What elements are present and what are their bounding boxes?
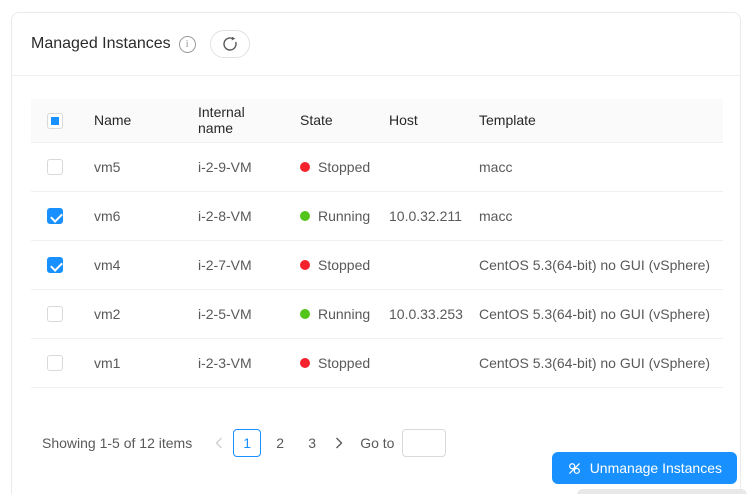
row-checkbox[interactable] xyxy=(47,208,63,225)
goto-page-label: Go to xyxy=(360,435,395,451)
select-all-checkbox[interactable] xyxy=(47,112,63,129)
cell-state: Running xyxy=(284,289,373,339)
pagination: Showing 1-5 of 12 items 1 2 3 Go to xyxy=(42,429,447,457)
cell-template: CentOS 5.3(64-bit) no GUI (vSphere) xyxy=(463,240,723,290)
goto-page-input[interactable] xyxy=(402,429,447,457)
unmanage-instances-button[interactable]: Unmanage Instances xyxy=(551,452,737,484)
cell-state: Stopped xyxy=(284,142,373,192)
cell-state: Stopped xyxy=(284,240,373,290)
card-header: Managed Instances i xyxy=(12,13,740,76)
cell-state: Running xyxy=(284,191,373,241)
chevron-left-icon xyxy=(215,437,223,449)
page-number-1[interactable]: 1 xyxy=(233,429,262,457)
unmanage-instances-label: Unmanage Instances xyxy=(589,460,722,476)
state-dot-icon xyxy=(300,210,310,221)
instances-table: Name Internal name State Host Template v… xyxy=(31,99,723,388)
state-dot-icon xyxy=(300,161,310,172)
cell-template: CentOS 5.3(64-bit) no GUI (vSphere) xyxy=(463,289,723,339)
column-header-state: State xyxy=(284,99,373,143)
state-dot-icon xyxy=(300,259,310,270)
prev-page-button[interactable] xyxy=(208,429,230,457)
cell-internal-name: i-2-8-VM xyxy=(182,191,284,241)
row-checkbox[interactable] xyxy=(47,355,63,372)
refresh-button[interactable] xyxy=(209,30,250,58)
row-checkbox[interactable] xyxy=(47,159,63,176)
managed-instances-page: Managed Instances i Name Internal name S xyxy=(0,0,752,494)
offscreen-element-edge xyxy=(577,489,747,494)
cell-host xyxy=(373,240,463,290)
table-row: vm1 i-2-3-VM Stopped CentOS 5.3(64-bit) … xyxy=(31,338,723,388)
next-page-button[interactable] xyxy=(328,429,350,457)
cell-template: CentOS 5.3(64-bit) no GUI (vSphere) xyxy=(463,338,723,388)
page-number-2[interactable]: 2 xyxy=(267,429,293,457)
cell-host xyxy=(373,338,463,388)
cell-template: macc xyxy=(463,142,723,192)
cell-name: vm6 xyxy=(78,191,182,241)
cell-internal-name: i-2-3-VM xyxy=(182,338,284,388)
row-checkbox[interactable] xyxy=(47,257,63,274)
reload-icon xyxy=(222,36,237,51)
cell-internal-name: i-2-5-VM xyxy=(182,289,284,339)
cell-internal-name: i-2-9-VM xyxy=(182,142,284,192)
cell-template: macc xyxy=(463,191,723,241)
column-header-internal-name: Internal name xyxy=(182,99,284,143)
state-dot-icon xyxy=(300,308,310,319)
cell-host: 10.0.33.253 xyxy=(373,289,463,339)
cell-state: Stopped xyxy=(284,338,373,388)
cell-internal-name: i-2-7-VM xyxy=(182,240,284,290)
managed-instances-card: Managed Instances i Name Internal name S xyxy=(11,12,741,494)
chevron-right-icon xyxy=(336,437,343,449)
column-header-name: Name xyxy=(78,99,182,143)
cell-name: vm1 xyxy=(78,338,182,388)
column-header-host: Host xyxy=(373,99,463,143)
info-circle-icon[interactable]: i xyxy=(178,35,196,53)
row-checkbox[interactable] xyxy=(47,306,63,323)
state-dot-icon xyxy=(300,357,310,368)
column-header-template: Template xyxy=(463,99,723,143)
pagination-summary: Showing 1-5 of 12 items xyxy=(42,435,193,451)
cell-name: vm2 xyxy=(78,289,182,339)
cell-host: 10.0.32.211 xyxy=(373,191,463,241)
table-row: vm4 i-2-7-VM Stopped CentOS 5.3(64-bit) … xyxy=(31,240,723,290)
table-header-row: Name Internal name State Host Template xyxy=(31,99,723,143)
cell-name: vm5 xyxy=(78,142,182,192)
cell-host xyxy=(373,142,463,192)
cell-name: vm4 xyxy=(78,240,182,290)
table-row: vm6 i-2-8-VM Running 10.0.32.211 macc xyxy=(31,191,723,241)
disconnect-icon xyxy=(568,462,580,474)
page-title: Managed Instances xyxy=(31,35,171,52)
table-row: vm2 i-2-5-VM Running 10.0.33.253 CentOS … xyxy=(31,289,723,339)
page-number-3[interactable]: 3 xyxy=(299,429,325,457)
table-row: vm5 i-2-9-VM Stopped macc xyxy=(31,142,723,192)
